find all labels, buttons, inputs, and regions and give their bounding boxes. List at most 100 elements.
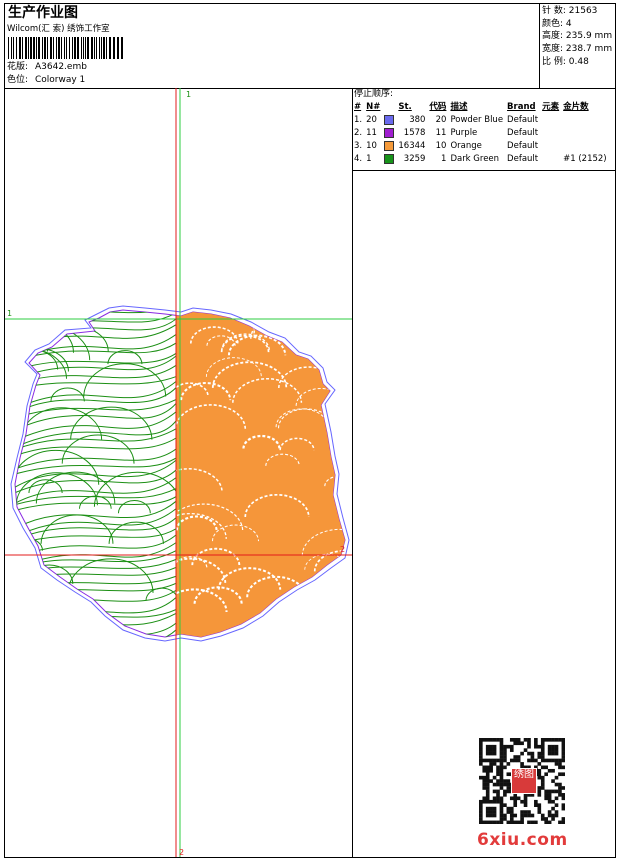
green-stitch-line: [15, 426, 176, 455]
qr-module: [503, 744, 507, 749]
colorway-name: Colorway 1: [35, 75, 86, 85]
qr-module: [523, 748, 528, 752]
swatch-box: [384, 127, 395, 138]
qr-module: [544, 772, 548, 777]
qr-module: [551, 738, 555, 742]
qr-module: [554, 758, 559, 763]
qr-module: [551, 813, 555, 818]
qr-module: [496, 772, 500, 777]
row-element: [540, 127, 561, 140]
qr-module: [482, 738, 487, 742]
qr-module: [479, 751, 483, 756]
col-code: 代码: [429, 102, 447, 112]
qr-module: [492, 758, 497, 763]
qr-module: [509, 796, 514, 801]
qr-module: [558, 765, 562, 770]
qr-module: [554, 782, 559, 787]
barcode-bar: [25, 37, 27, 59]
col-needle: N#: [366, 102, 381, 112]
green-stitch-arc: [67, 558, 154, 593]
stat-scale: 比 例: 0.48: [542, 57, 612, 70]
qr-module: [506, 782, 511, 787]
watermark-text: 6xiu.com: [477, 830, 568, 850]
qr-module: [506, 744, 511, 749]
row-brand: Default: [507, 128, 539, 138]
qr-module: [499, 738, 504, 742]
barcode-bar: [22, 37, 23, 59]
orange-stitch-region: [176, 310, 345, 637]
qr-module: [554, 803, 559, 807]
qr-module: [485, 751, 490, 756]
qr-module: [496, 799, 500, 804]
qr-module: [479, 799, 483, 804]
qr-module: [513, 741, 518, 746]
qr-module: [499, 810, 504, 814]
qr-module: [499, 813, 504, 818]
qr-module: [520, 817, 524, 821]
green-stitch-line: [15, 625, 176, 637]
qr-module: [503, 765, 507, 770]
green-stitch-line: [15, 513, 176, 545]
qr-module: [537, 751, 542, 756]
qr-module: [506, 786, 511, 790]
qr-module: [503, 813, 507, 818]
qr-module: [523, 796, 528, 801]
row-description: Purple: [450, 128, 478, 138]
qr-module: [520, 741, 524, 746]
guide-label-top: 1: [186, 90, 192, 99]
color-swatch: [382, 127, 396, 140]
qr-module: [489, 806, 493, 811]
qr-module: [540, 748, 545, 752]
qr-module: [547, 799, 552, 804]
qr-module: [516, 820, 521, 824]
row-stitches: 1578: [403, 128, 426, 138]
barcode-bar: [56, 37, 57, 59]
qr-module: [482, 820, 487, 824]
stop-sequence-table: # N# St. 代码 描述 Brand 元素 金片数 1. 20 380 20 Pow…: [352, 101, 609, 166]
swatch-box: [384, 153, 395, 164]
row-element: [540, 140, 561, 153]
qr-module: [554, 751, 559, 756]
stop-row: 4. 1 3259 1 Dark Green Default #1 (2152): [352, 153, 609, 166]
stat-label: 针 数:: [542, 6, 566, 16]
qr-module: [496, 779, 500, 783]
row-element: [540, 114, 561, 127]
row-stitches: 16344: [398, 141, 426, 151]
green-stitch-line: [15, 548, 176, 574]
qr-module: [499, 765, 504, 770]
qr-module: [540, 775, 545, 780]
qr-module: [496, 820, 500, 824]
qr-module: [485, 779, 490, 783]
stat-value: 0.48: [568, 56, 589, 67]
stats-panel: 针 数: 21563 颜色: 4 高度: 235.9 mm 宽度: 238.7 …: [542, 6, 612, 69]
qr-module: [489, 779, 493, 783]
qr-module: [547, 820, 552, 824]
qr-module: [499, 803, 504, 807]
barcode-bar: [113, 37, 115, 59]
qr-module: [479, 820, 483, 824]
col-element: 元素: [542, 102, 560, 112]
qr-module: [551, 799, 555, 804]
green-stitch-arc: [15, 472, 98, 506]
design-preview: [5, 88, 352, 857]
qr-module: [537, 806, 542, 811]
swatch-box: [384, 140, 395, 151]
qr-module: [540, 751, 545, 756]
qr-module: [492, 748, 497, 752]
orange-stitch-gap: [289, 311, 345, 334]
qr-module: [485, 738, 490, 742]
qr-module: [554, 810, 559, 814]
row-sequins: [561, 127, 609, 140]
qr-module: [503, 755, 507, 759]
qr-module: [485, 775, 490, 780]
qr-module: [537, 772, 542, 777]
qr-module: [496, 758, 500, 763]
barcode-bar: [58, 37, 60, 59]
qr-module: [499, 758, 504, 763]
qr-module: [489, 762, 493, 766]
qr-module: [479, 738, 483, 742]
stop-sequence-title: 停止顺序:: [354, 89, 394, 99]
qr-module: [482, 775, 487, 780]
barcode-bar: [13, 37, 14, 59]
stat-value: 235.9 mm: [565, 31, 613, 42]
